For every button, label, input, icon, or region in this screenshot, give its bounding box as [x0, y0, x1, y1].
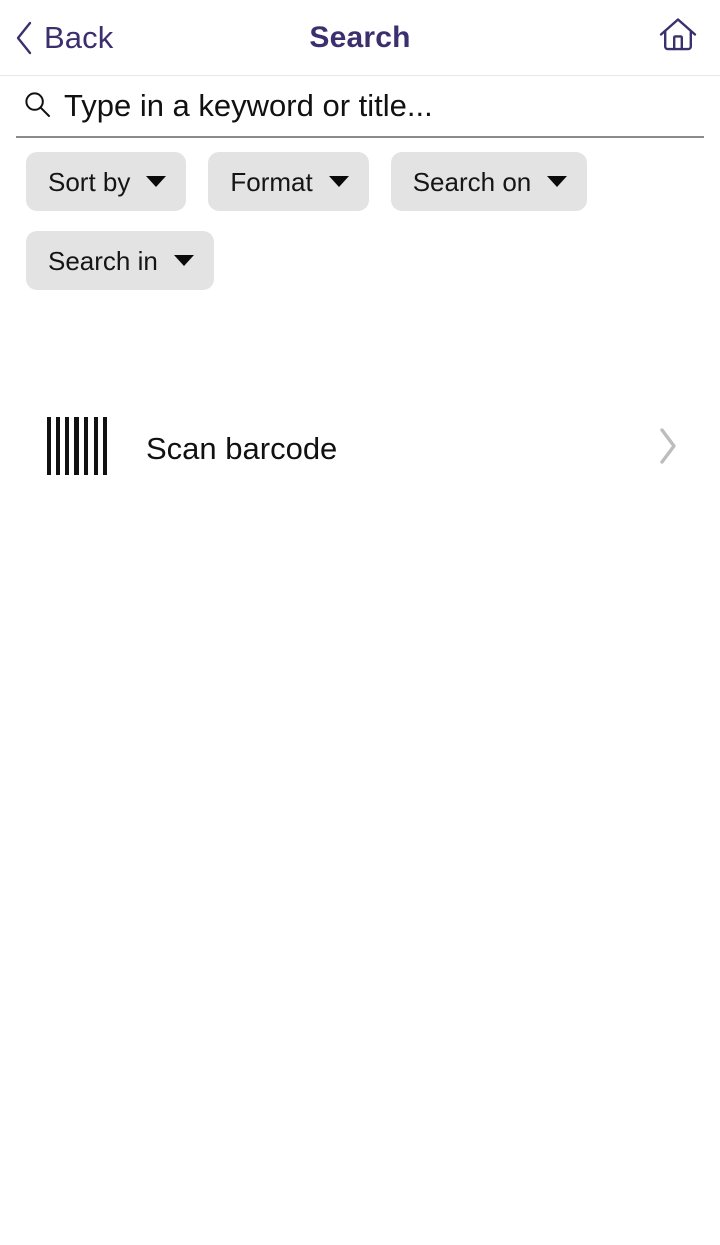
filter-chip-label: Format — [230, 166, 313, 197]
filter-chip-row: Sort by Format Search on Search in — [0, 138, 660, 290]
chevron-down-icon — [547, 176, 568, 187]
search-icon — [22, 89, 52, 124]
home-button[interactable] — [656, 16, 700, 60]
back-label: Back — [44, 20, 114, 55]
scan-barcode-label: Scan barcode — [146, 430, 338, 466]
chevron-down-icon — [146, 176, 167, 187]
search-input[interactable] — [64, 84, 704, 128]
filter-chip-search-in[interactable]: Search in — [26, 231, 214, 290]
filter-chip-format[interactable]: Format — [208, 152, 369, 211]
chevron-down-icon — [328, 176, 349, 187]
home-icon — [658, 16, 698, 59]
filter-chip-sort-by[interactable]: Sort by — [26, 152, 187, 211]
filter-chip-label: Search on — [412, 166, 532, 197]
barcode-icon — [46, 416, 108, 480]
search-field[interactable] — [16, 76, 704, 138]
filter-chip-search-on[interactable]: Search on — [390, 152, 588, 211]
scan-barcode-row[interactable]: Scan barcode — [0, 400, 720, 496]
search-screen: Back Search Sort by — [0, 0, 720, 1245]
filter-chip-label: Search in — [48, 245, 158, 276]
back-button[interactable]: Back — [10, 15, 121, 61]
filter-chip-label: Sort by — [48, 166, 131, 197]
search-results-area — [0, 496, 720, 1245]
app-header: Back Search — [0, 0, 720, 76]
chevron-right-icon — [656, 426, 680, 471]
chevron-left-icon — [14, 21, 34, 55]
chevron-down-icon — [173, 255, 194, 266]
